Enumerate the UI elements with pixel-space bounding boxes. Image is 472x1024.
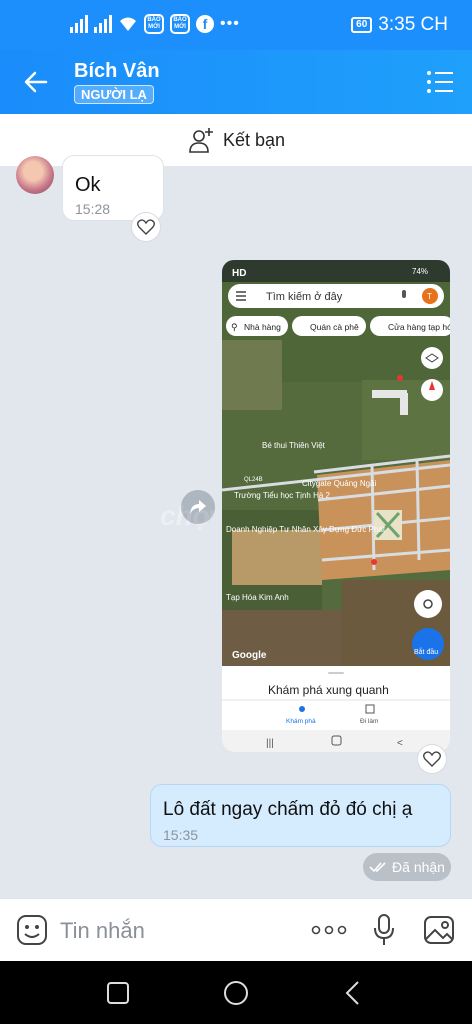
clock: 3:35 CH xyxy=(378,14,448,35)
road-label: QL24B xyxy=(244,477,263,483)
received-label: Đã nhận xyxy=(392,859,445,875)
svg-text:Bắt đầu: Bắt đầu xyxy=(414,647,438,656)
status-bar: BÁO MỚI BÁO MỚI f ••• 60 3:35 CH xyxy=(0,0,472,50)
baomoi-icon-2: BÁO MỚI xyxy=(170,14,190,34)
place-label: Tạp Hóa Kim Anh xyxy=(226,593,289,602)
more-options-icon[interactable] xyxy=(311,925,347,935)
chip-restaurant: Nhà hàng xyxy=(244,322,281,332)
react-heart-button[interactable] xyxy=(131,212,161,242)
facebook-icon: f xyxy=(196,15,214,33)
layers-icon xyxy=(421,347,443,369)
baomoi-icon: BÁO MỚI xyxy=(144,14,164,34)
message-text: Lô đất ngay chấm đỏ đó chị ạ xyxy=(163,799,413,820)
hd-label: HD xyxy=(232,268,246,279)
heart-icon xyxy=(423,751,441,767)
mic-icon-small xyxy=(402,290,406,298)
message-composer: Tin nhắn xyxy=(0,898,472,961)
place-label: Doanh Nghiệp Tư Nhân Xây Dựng Đức Phát xyxy=(226,525,386,534)
add-person-icon xyxy=(189,128,213,153)
signal-icon xyxy=(70,15,88,33)
message-text: Ok xyxy=(75,174,101,196)
message-time: 15:28 xyxy=(75,201,111,217)
more-notifications: ••• xyxy=(220,15,240,32)
received-status: Đã nhận xyxy=(363,853,451,881)
back-arrow-icon[interactable] xyxy=(22,68,50,96)
place-label: Trường Tiểu học Tịnh Hà 2 xyxy=(234,491,331,500)
share-arrow-icon xyxy=(190,500,206,514)
signal-icon-2 xyxy=(94,15,112,33)
battery-icon: 60 xyxy=(351,17,373,33)
phone-battery: 74% xyxy=(412,267,428,276)
microphone-icon[interactable] xyxy=(372,913,396,947)
heart-icon xyxy=(137,219,155,235)
tab-explore: Khám phá xyxy=(286,718,316,725)
chip-cafe: Quán cà phê xyxy=(310,322,359,332)
map-screenshot: HD 74% Tìm kiếm ở đây T Nhà hàng ⚲ Quán … xyxy=(222,260,450,752)
explore-title: Khám phá xung quanh xyxy=(268,683,389,697)
menu-icon[interactable] xyxy=(426,70,454,94)
contact-name[interactable]: Bích Vân xyxy=(74,60,160,83)
tab-commute: Đi làm xyxy=(360,718,378,725)
my-location-icon xyxy=(414,590,442,618)
stranger-badge: NGƯỜI LẠ xyxy=(74,85,154,104)
svg-text:|||: ||| xyxy=(266,738,274,749)
incoming-message[interactable]: Ok 15:28 xyxy=(62,155,164,221)
home-icon[interactable] xyxy=(223,980,249,1006)
android-nav-bar xyxy=(0,961,472,1024)
svg-text:T: T xyxy=(427,292,432,301)
shared-image[interactable]: HD 74% Tìm kiếm ở đây T Nhà hàng ⚲ Quán … xyxy=(222,260,450,752)
place-label: Bé thui Thiên Việt xyxy=(262,441,326,450)
react-heart-button[interactable] xyxy=(417,744,447,774)
svg-text:⚲: ⚲ xyxy=(231,322,238,332)
outgoing-message[interactable]: Lô đất ngay chấm đỏ đó chị ạ 15:35 xyxy=(150,784,451,847)
message-time: 15:35 xyxy=(163,827,199,843)
back-nav-icon[interactable] xyxy=(344,980,362,1006)
recent-apps-icon[interactable] xyxy=(106,981,130,1005)
add-friend-label: Kết bạn xyxy=(222,129,286,150)
wifi-icon xyxy=(120,17,136,31)
image-icon[interactable] xyxy=(423,915,455,945)
chat-header: Bích Vân NGƯỜI LẠ xyxy=(0,50,472,114)
google-logo: Google xyxy=(232,650,267,661)
avatar[interactable] xyxy=(16,156,54,194)
double-check-icon xyxy=(369,862,386,873)
svg-text:<: < xyxy=(397,738,403,749)
map-search-placeholder: Tìm kiếm ở đây xyxy=(266,291,343,303)
forward-button[interactable] xyxy=(181,490,215,524)
chip-grocery: Cửa hàng tạp hóa xyxy=(388,322,450,332)
sticker-icon[interactable] xyxy=(16,914,48,946)
place-label: Citygate Quảng Ngãi xyxy=(302,479,376,488)
message-input[interactable]: Tin nhắn xyxy=(60,918,145,944)
